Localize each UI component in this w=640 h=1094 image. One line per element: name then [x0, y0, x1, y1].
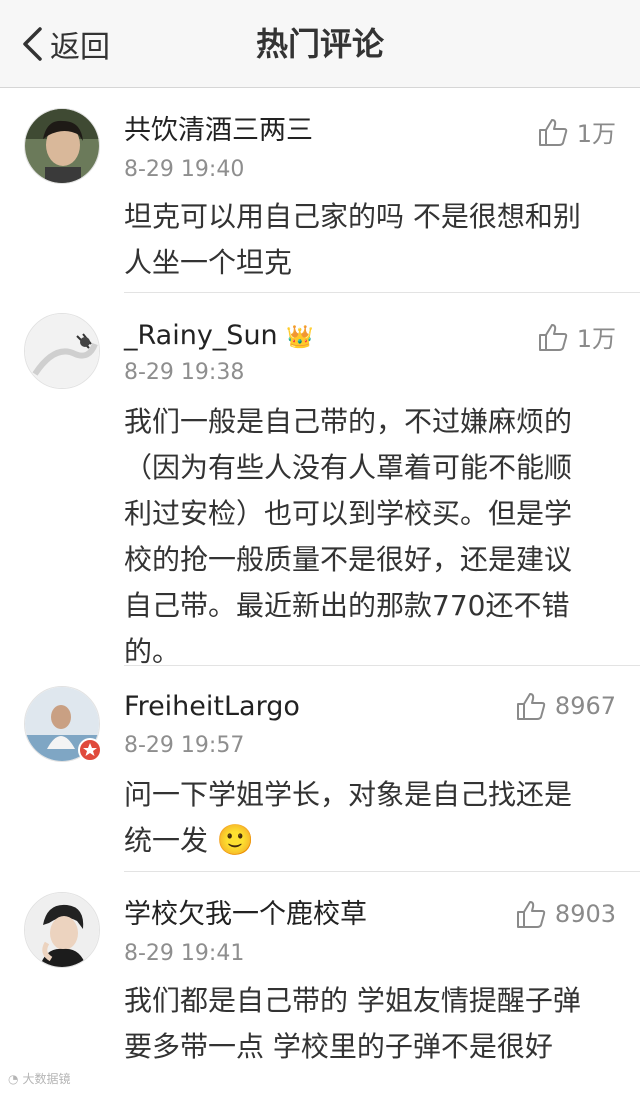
comment-text-line: 要多带一点 学校里的子弹不是很好	[124, 1030, 553, 1063]
comment-text-line: 统一发 🙂	[124, 818, 614, 864]
comment-author[interactable]: 学校欠我一个鹿校草	[124, 898, 367, 932]
like-button[interactable]: 8967	[515, 690, 616, 722]
like-button[interactable]: 8903	[515, 898, 616, 930]
comment-text-line: 我们一般是自己带的，不过嫌麻烦的	[124, 405, 573, 438]
comment-time: 8-29 19:38	[124, 360, 245, 385]
comment-time: 8-29 19:40	[124, 157, 245, 182]
comment-text-fragment: 统一发	[124, 824, 209, 857]
comment-time: 8-29 19:57	[124, 733, 245, 758]
comment-text-line: 问一下学姐学长，对象是自己找还是	[124, 778, 573, 811]
comment-text-line: 人坐一个坦克	[124, 246, 293, 279]
like-button[interactable]: 1万	[537, 114, 616, 149]
verified-badge-icon	[78, 738, 102, 762]
comment-text: 问一下学姐学长，对象是自己找还是 统一发 🙂	[124, 772, 614, 864]
comment-author[interactable]: FreiheitLargo	[124, 690, 300, 724]
comment-text-line: 我们都是自己带的 学姐友情提醒子弹	[124, 984, 581, 1017]
comment-text: 我们一般是自己带的，不过嫌麻烦的 （因为有些人没有人罩着可能不能顺 利过安检）也…	[124, 399, 614, 675]
watermark: ◔ 大数据镜	[8, 1070, 71, 1087]
comment-item: 学校欠我一个鹿校草 8-29 19:41 8903 我们都是自己带的 学姐友情提…	[0, 872, 640, 1077]
like-button[interactable]: 1万	[537, 319, 616, 354]
thumbs-up-icon	[538, 118, 567, 146]
page-title: 热门评论	[255, 25, 384, 63]
comment-author[interactable]: 共饮清酒三两三	[124, 114, 313, 148]
comment-item: _Rainy_Sun 👑 8-29 19:38 1万 我们一般是自己带的，不过嫌…	[0, 293, 640, 668]
avatar[interactable]	[24, 892, 100, 968]
comment-text-line: 校的抢一般质量不是很好，还是建议	[124, 543, 573, 576]
avatar[interactable]	[24, 108, 100, 184]
comment-text: 坦克可以用自己家的吗 不是很想和别 人坐一个坦克	[124, 194, 614, 286]
watermark-logo-icon: ◔	[8, 1071, 19, 1086]
like-count: 1万	[576, 325, 616, 353]
like-count: 8967	[554, 692, 616, 720]
author-name: _Rainy_Sun	[124, 320, 278, 351]
avatar[interactable]	[24, 313, 100, 389]
comment-text: 我们都是自己带的 学姐友情提醒子弹 要多带一点 学校里的子弹不是很好	[124, 978, 614, 1070]
comment-text-line: （因为有些人没有人罩着可能不能顺	[124, 451, 573, 484]
like-count: 8903	[554, 900, 616, 928]
thumbs-up-icon	[516, 693, 546, 720]
comment-item: 共饮清酒三两三 8-29 19:40 1万 坦克可以用自己家的吗 不是很想和别 …	[0, 88, 640, 293]
comment-text-line: 自己带。最近新出的那款770还不错	[124, 589, 570, 622]
crown-badge-icon: 👑	[286, 325, 314, 350]
thumbs-up-icon	[516, 901, 546, 928]
comment-item: FreiheitLargo 8-29 19:57 8967 问一下学姐学长，对象…	[0, 666, 640, 871]
smiley-emoji-icon: 🙂	[216, 823, 255, 858]
like-count: 1万	[576, 120, 616, 148]
navigation-bar: 返回 热门评论	[0, 0, 640, 88]
comment-time: 8-29 19:41	[124, 941, 245, 966]
comment-text-line: 利过安检）也可以到学校买。但是学	[124, 497, 573, 530]
thumbs-up-icon	[538, 323, 567, 351]
comment-author[interactable]: _Rainy_Sun 👑	[124, 319, 314, 355]
watermark-text: 大数据镜	[22, 1072, 71, 1086]
comment-text-line: 坦克可以用自己家的吗 不是很想和别	[124, 200, 581, 233]
